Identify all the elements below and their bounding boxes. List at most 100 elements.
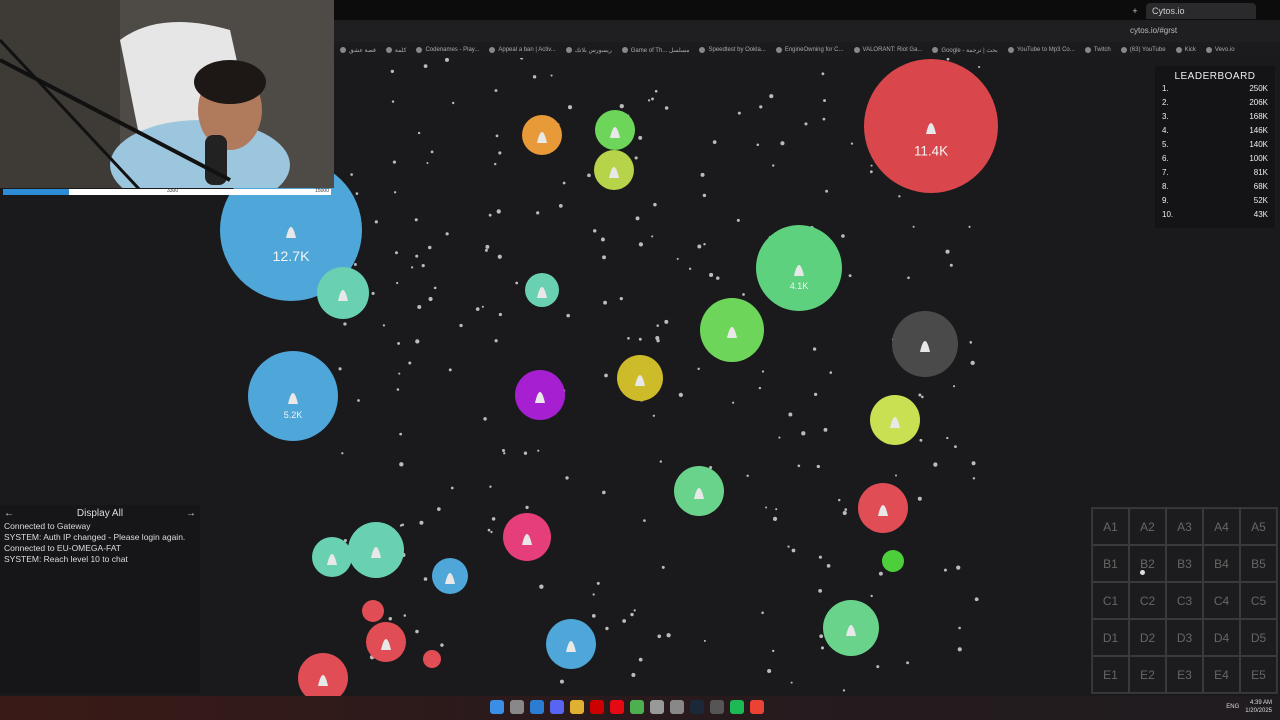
progress-bar: 3300 15000: [3, 188, 331, 195]
food-pellet: [596, 581, 600, 585]
bookmark-favicon-icon: [775, 47, 782, 53]
leaderboard-row: 6. 100K: [1155, 152, 1275, 166]
food-pellet: [643, 519, 646, 522]
taskbar-app-icon[interactable]: [530, 700, 544, 714]
food-pellet: [804, 122, 808, 126]
food-pellet: [678, 392, 683, 398]
food-pellet: [494, 89, 498, 92]
food-pellet: [943, 568, 947, 572]
food-pellet: [638, 135, 643, 140]
taskbar-app-icon[interactable]: [690, 700, 704, 714]
food-pellet: [712, 140, 717, 144]
bookmark-item[interactable]: Appeal a ban | Activ...: [489, 47, 556, 53]
taskbar-app-icon[interactable]: [730, 700, 744, 714]
food-pellet: [490, 530, 493, 534]
leaderboard-rank: 9.: [1162, 196, 1169, 205]
leaderboard-score: 52K: [1253, 196, 1268, 205]
bookmark-favicon-icon: [1175, 47, 1182, 53]
bookmark-item[interactable]: Vevo.io: [1205, 47, 1235, 53]
food-pellet: [657, 634, 662, 639]
food-pellet: [496, 209, 501, 214]
new-tab-button[interactable]: +: [1128, 3, 1142, 19]
bookmark-item[interactable]: Speedtest by Ookla...: [699, 47, 766, 53]
food-pellet: [946, 436, 949, 440]
food-pellet: [869, 170, 873, 174]
food-pellet: [664, 106, 669, 110]
bookmark-item[interactable]: VALORANT: Riot Ga...: [853, 47, 923, 53]
taskbar-app-icon[interactable]: [750, 700, 764, 714]
food-pellet: [895, 474, 898, 477]
bookmark-favicon-icon: [416, 47, 423, 53]
food-pellet: [566, 313, 570, 318]
progress-max: 15000: [315, 188, 329, 194]
bookmark-item[interactable]: (63) YouTube: [1120, 47, 1166, 53]
minimap-cell: B3: [1166, 545, 1203, 582]
food-pellet: [539, 584, 544, 589]
tab-cytos[interactable]: Cytos.io: [1146, 3, 1256, 19]
chevron-right-icon[interactable]: →: [186, 508, 196, 519]
taskbar-app-icon[interactable]: [550, 700, 564, 714]
bookmark-item[interactable]: Kick: [1175, 47, 1196, 53]
chat-filter-label[interactable]: Display All: [77, 508, 123, 519]
food-pellet: [651, 235, 654, 238]
bookmark-item[interactable]: Game of Th... مسلسل: [621, 47, 689, 54]
food-pellet: [656, 324, 659, 327]
bookmark-label: Speedtest by Ookla...: [708, 47, 766, 53]
food-pellet: [907, 276, 910, 280]
food-pellet: [761, 370, 765, 373]
food-pellet: [697, 244, 702, 249]
bookmark-item[interactable]: قصة عشق: [340, 47, 376, 54]
food-pellet: [421, 263, 425, 268]
food-pellet: [427, 245, 432, 250]
food-pellet: [343, 322, 347, 326]
clock[interactable]: 4:39 AM 1/20/2025: [1245, 699, 1272, 715]
food-pellet: [958, 626, 961, 630]
food-pellet: [392, 160, 397, 164]
food-pellet: [415, 254, 419, 258]
food-pellet: [622, 619, 627, 623]
taskbar-app-icon[interactable]: [590, 700, 604, 714]
url-field[interactable]: cytos.io/#grst: [1130, 26, 1177, 35]
bookmark-item[interactable]: EngineOwning for C...: [775, 47, 844, 53]
food-pellet: [788, 412, 793, 417]
food-pellet: [550, 74, 553, 77]
bookmark-item[interactable]: YouTube to Mp3 Co...: [1007, 47, 1075, 53]
language-indicator[interactable]: ENG: [1226, 704, 1239, 710]
food-pellet: [676, 257, 679, 260]
food-pellet: [417, 304, 422, 309]
bookmark-item[interactable]: Codenames - Play...: [416, 47, 479, 53]
food-pellet: [525, 505, 529, 510]
food-pellet: [778, 436, 781, 439]
bookmark-label: VALORANT: Riot Ga...: [862, 47, 923, 53]
bookmark-label: (63) YouTube: [1129, 47, 1166, 53]
bookmark-item[interactable]: كلمة: [385, 47, 406, 54]
food-pellet: [702, 193, 707, 198]
bookmark-item[interactable]: ريسورس بلاتك: [565, 47, 612, 54]
taskbar-app-icon[interactable]: [670, 700, 684, 714]
taskbar-app-icon[interactable]: [610, 700, 624, 714]
taskbar-app-icon[interactable]: [570, 700, 584, 714]
food-pellet: [371, 291, 375, 295]
taskbar-app-icon[interactable]: [510, 700, 524, 714]
food-pellet: [459, 323, 463, 328]
taskbar-app-icon[interactable]: [630, 700, 644, 714]
food-pellet: [870, 164, 873, 167]
bookmark-item[interactable]: Google - بحث | ترجمة: [932, 47, 998, 54]
food-pellet: [414, 218, 418, 222]
food-pellet: [790, 681, 793, 684]
taskbar-app-icon[interactable]: [650, 700, 664, 714]
cell-mass-label: 4.1K: [790, 281, 809, 291]
chevron-left-icon[interactable]: ←: [4, 508, 14, 519]
food-pellet: [945, 249, 950, 254]
taskbar-app-icon[interactable]: [490, 700, 504, 714]
food-pellet: [919, 438, 923, 442]
bookmark-item[interactable]: Twitch: [1084, 47, 1111, 53]
food-pellet: [341, 452, 344, 455]
taskbar-app-icon[interactable]: [710, 700, 724, 714]
food-pellet: [746, 474, 749, 478]
chat-panel[interactable]: ← Display All → Connected to Gateway SYST…: [0, 505, 200, 693]
minimap-cell: D4: [1203, 619, 1240, 656]
food-pellet: [559, 679, 564, 684]
minimap-cell: B5: [1240, 545, 1277, 582]
minimap-cell: C2: [1129, 582, 1166, 619]
